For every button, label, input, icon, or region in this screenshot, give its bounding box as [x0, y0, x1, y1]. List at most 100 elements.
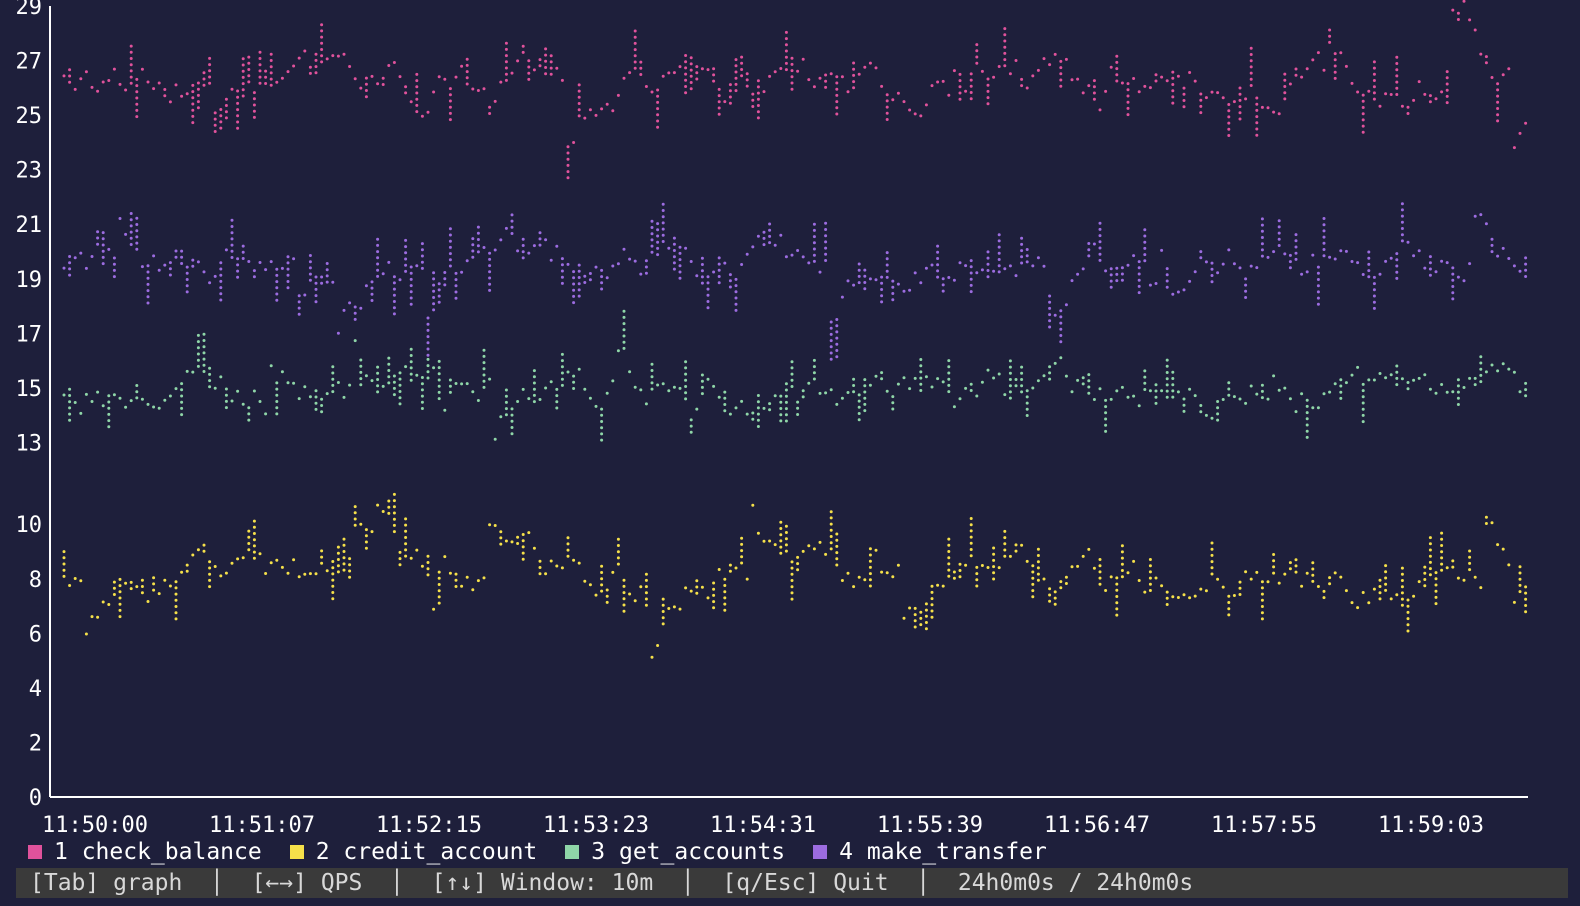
data-point	[717, 106, 721, 110]
data-point	[1339, 249, 1343, 253]
data-point	[840, 579, 844, 582]
data-point	[252, 269, 256, 273]
data-point	[314, 71, 318, 75]
data-point	[812, 247, 816, 251]
data-point	[1171, 89, 1175, 93]
data-point	[678, 258, 682, 262]
data-point	[1372, 60, 1376, 64]
data-point	[516, 535, 520, 539]
data-point	[1255, 108, 1259, 112]
data-point	[986, 368, 990, 372]
tab-graph-hint[interactable]: [Tab] graph	[30, 870, 182, 896]
data-point	[790, 69, 794, 73]
data-point	[1333, 52, 1337, 56]
data-point	[1372, 72, 1376, 76]
data-point	[1059, 586, 1063, 590]
data-point	[1367, 378, 1371, 382]
data-point	[1003, 542, 1007, 546]
data-point	[560, 281, 564, 285]
data-point	[863, 390, 867, 394]
data-point	[1042, 264, 1046, 268]
data-point	[577, 294, 581, 298]
data-point	[1428, 536, 1432, 540]
data-point	[1059, 78, 1063, 82]
data-point	[756, 418, 760, 422]
data-point	[286, 255, 290, 259]
data-point	[140, 67, 144, 71]
data-point	[992, 75, 996, 79]
data-point	[1484, 522, 1488, 525]
data-point	[1020, 371, 1024, 375]
data-point	[420, 242, 424, 246]
data-point	[432, 277, 436, 281]
data-point	[426, 561, 430, 564]
data-point	[437, 282, 441, 286]
data-point	[1003, 45, 1007, 49]
data-point	[756, 79, 760, 83]
data-point	[118, 217, 122, 220]
data-point	[986, 102, 990, 106]
data-point	[1479, 361, 1483, 365]
data-point	[454, 284, 458, 288]
data-point	[633, 29, 637, 33]
data-point	[68, 267, 72, 271]
data-point	[1216, 418, 1220, 422]
data-point	[521, 44, 525, 48]
window-hint[interactable]: [↑↓] Window: 10m	[432, 870, 654, 896]
data-point	[314, 572, 318, 576]
data-point	[364, 374, 368, 378]
data-point	[656, 228, 660, 232]
data-point	[1400, 104, 1404, 108]
data-point	[852, 585, 856, 589]
quit-hint[interactable]: [q/Esc] Quit	[722, 870, 888, 896]
data-point	[448, 384, 452, 388]
data-point	[415, 110, 419, 114]
data-point	[835, 538, 839, 542]
data-point	[885, 389, 889, 393]
data-point	[1328, 28, 1332, 32]
data-point	[740, 549, 744, 553]
data-point	[947, 371, 951, 375]
data-point	[208, 385, 212, 389]
data-point	[712, 587, 716, 591]
data-point	[308, 71, 312, 75]
data-point	[1087, 84, 1091, 88]
data-point	[1137, 404, 1141, 408]
data-point	[717, 268, 721, 272]
data-point	[1115, 582, 1119, 586]
data-point	[1428, 554, 1432, 558]
data-point	[146, 264, 150, 268]
data-point	[62, 574, 66, 578]
data-point	[409, 284, 413, 288]
data-point	[544, 59, 548, 63]
data-point	[1456, 11, 1460, 15]
data-point	[101, 80, 105, 84]
data-point	[236, 120, 240, 124]
data-point	[577, 95, 581, 99]
data-point	[342, 556, 346, 560]
data-point	[1496, 100, 1500, 104]
data-point	[208, 560, 212, 564]
data-point	[420, 266, 424, 270]
data-point	[1272, 565, 1276, 569]
data-point	[1316, 278, 1320, 281]
data-point	[219, 273, 223, 277]
data-point	[1031, 74, 1035, 78]
data-point	[392, 499, 396, 503]
data-point	[1227, 613, 1231, 617]
data-point	[308, 572, 312, 576]
data-point	[320, 561, 324, 565]
data-point	[868, 277, 872, 281]
data-point	[101, 262, 105, 266]
data-point	[1462, 386, 1466, 389]
data-point	[252, 275, 256, 279]
data-point	[1333, 70, 1337, 74]
data-point	[443, 408, 447, 412]
data-point	[1344, 381, 1348, 385]
data-point	[353, 505, 357, 509]
qps-hint[interactable]: [←→] QPS	[252, 870, 363, 896]
data-point	[1456, 403, 1460, 406]
data-point	[1137, 272, 1141, 276]
data-point	[1372, 300, 1376, 304]
data-point	[381, 272, 385, 276]
